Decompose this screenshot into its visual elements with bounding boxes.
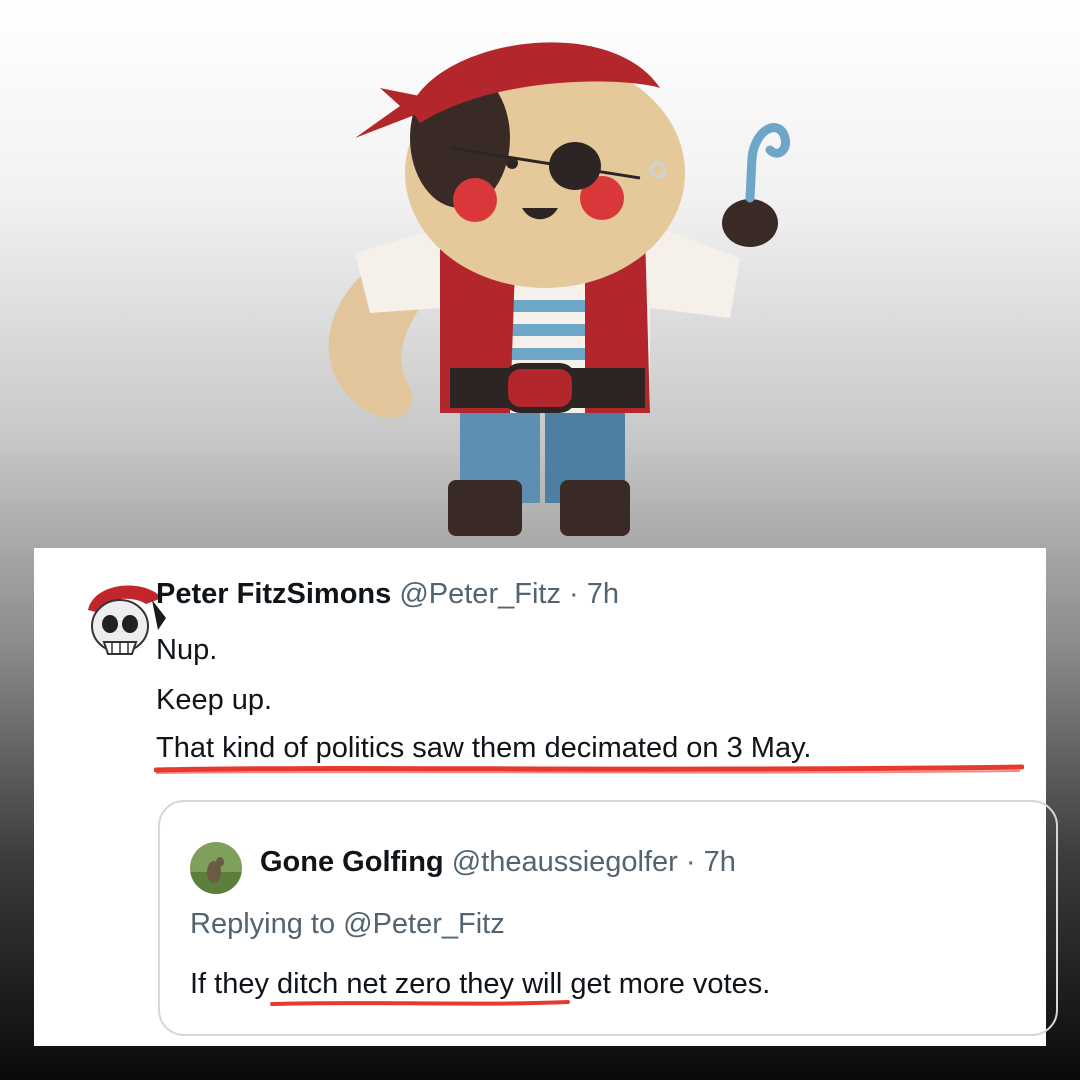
quote-author-handle[interactable]: @theaussiegolfer — [452, 846, 678, 878]
hook-icon — [745, 123, 791, 203]
quote-author-name[interactable]: Gone Golfing — [260, 846, 444, 878]
tweet-text-line: Keep up. — [156, 684, 273, 716]
tweet-time[interactable]: 7h — [587, 578, 619, 610]
quote-header: Gone Golfing @theaussiegolfer · 7h — [260, 846, 736, 879]
quoted-tweet[interactable]: Gone Golfing @theaussiegolfer · 7h Reply… — [158, 800, 1058, 1036]
author-name[interactable]: Peter FitzSimons — [156, 578, 391, 610]
pirate-right-fist — [722, 199, 778, 247]
quote-header-separator: · — [685, 846, 696, 878]
quote-avatar-art — [190, 842, 242, 894]
pirate-left-cheek — [453, 178, 497, 222]
pirate-illustration — [328, 42, 791, 536]
header-separator: · — [569, 578, 579, 610]
author-handle[interactable]: @Peter_Fitz — [399, 578, 561, 610]
kangaroo-avatar-icon[interactable] — [190, 842, 242, 894]
red-underline-annotation — [154, 764, 1024, 774]
belt-buckle-icon — [502, 363, 578, 413]
tweet-header: Peter FitzSimons @Peter_Fitz · 7h — [156, 578, 619, 611]
pirate-legs — [448, 408, 630, 536]
tweet-text-line: Nup. — [156, 634, 218, 666]
red-underline-annotation-quote — [270, 1000, 570, 1006]
tweet-card: Peter FitzSimons @Peter_Fitz · 7h Nup. K… — [34, 548, 1058, 1046]
replying-to-label[interactable]: Replying to @Peter_Fitz — [190, 908, 505, 941]
quote-time[interactable]: 7h — [704, 846, 736, 878]
